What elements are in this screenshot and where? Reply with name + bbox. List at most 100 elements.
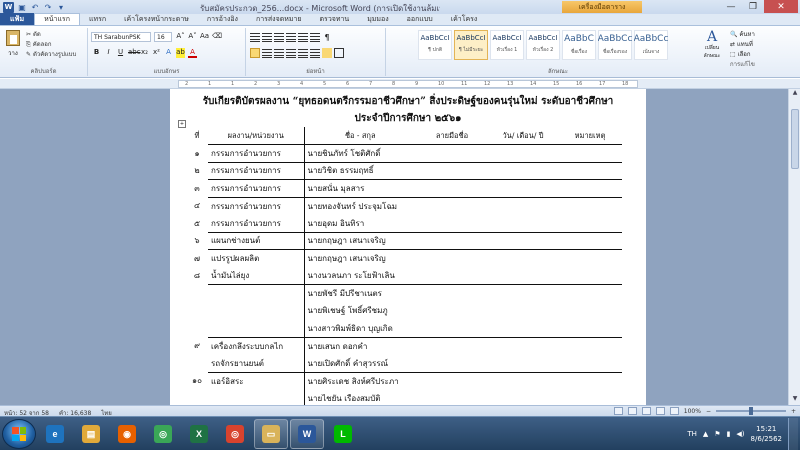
redo-icon[interactable]: ↷ (43, 2, 53, 12)
font-size-select[interactable]: 16 (154, 32, 172, 42)
change-styles-button[interactable]: A เปลี่ยนลักษณะ (700, 30, 724, 64)
align-left-icon[interactable] (250, 48, 260, 58)
cell-name[interactable]: นายชินภัทร์ โชติศักดิ์ (303, 144, 416, 162)
cell-name[interactable]: นายกฤษฎา เสนาเจริญ (303, 249, 416, 267)
cell-signature[interactable] (416, 320, 488, 338)
italic-icon[interactable]: I (104, 48, 113, 58)
tray-expand-icon[interactable]: ▲ (703, 430, 708, 438)
cell-no[interactable]: ๖ (186, 232, 208, 250)
cell-signature[interactable] (416, 267, 488, 285)
cell-no[interactable] (186, 285, 208, 303)
cell-no[interactable]: ๘ (186, 267, 208, 285)
tab-8[interactable]: ออกแบบ (398, 13, 442, 25)
cell-name[interactable]: นายเปิดศักดิ์ คำสุวรรณ์ (303, 354, 416, 372)
grow-font-icon[interactable]: A˄ (176, 32, 185, 40)
taskbar-item[interactable]: e (38, 419, 72, 449)
cell-no[interactable] (186, 302, 208, 320)
paste-button[interactable]: วาง (4, 30, 22, 62)
cell-date[interactable] (488, 249, 558, 267)
align-right-icon[interactable] (274, 48, 284, 58)
taskbar-item[interactable]: ◉ (110, 419, 144, 449)
cell-signature[interactable] (416, 144, 488, 162)
select-button[interactable]: ⬚ เลือก (730, 50, 755, 60)
cell-date[interactable] (488, 231, 558, 250)
cell-dept[interactable]: น้ำมันไล่ยุง (208, 267, 304, 285)
text-effects-icon[interactable]: A (164, 48, 173, 58)
cell-no[interactable]: ๑ (186, 145, 208, 163)
cell-date[interactable] (488, 371, 558, 390)
cell-dept[interactable]: แผนกช่างยนต์ (208, 231, 304, 250)
document-page[interactable]: รับเกียรติบัตรผลงาน “ยุทธอดนตรีกรรมอาชีว… (170, 89, 646, 408)
close-button[interactable]: ✕ (764, 0, 798, 13)
cell-remark[interactable] (558, 231, 622, 250)
cell-dept[interactable] (208, 302, 304, 320)
scroll-thumb[interactable] (791, 109, 799, 169)
cell-name[interactable]: นายอุดม อินทิรา (303, 214, 416, 232)
zoom-in-icon[interactable]: + (791, 408, 796, 415)
cell-date[interactable] (488, 161, 558, 180)
undo-icon[interactable]: ↶ (30, 2, 40, 12)
cell-dept[interactable]: กรรมการอำนวยการ (208, 215, 304, 233)
horizontal-ruler[interactable]: 2 1 1 2 3 4 5 6 7 8 9 10 11 12 13 14 15 16 17 18 (0, 79, 800, 89)
cell-remark[interactable] (558, 267, 622, 285)
tab-6[interactable]: ตรวจทาน (311, 13, 359, 25)
cell-date[interactable] (488, 196, 558, 215)
word-app-icon[interactable]: W (3, 1, 14, 13)
tab-1[interactable]: หน้าแรก (34, 13, 80, 25)
cell-date[interactable] (488, 179, 558, 197)
bullets-icon[interactable] (250, 32, 260, 42)
customize-qat-icon[interactable]: ▾ (56, 2, 66, 12)
font-color-icon[interactable]: A (188, 48, 197, 58)
web-layout-view-icon[interactable] (641, 407, 651, 415)
numbering-icon[interactable] (262, 32, 272, 42)
cell-name[interactable]: นายศิระเดช สิงห์ศรีประภา (303, 371, 416, 390)
replace-button[interactable]: ⇄ แทนที่ (730, 40, 755, 50)
cell-dept[interactable] (208, 320, 304, 338)
clear-format-icon[interactable]: ⌫ (212, 32, 222, 40)
cell-dept[interactable]: รถจักรยานยนต์ (208, 355, 304, 373)
save-icon[interactable]: ▣ (17, 2, 27, 12)
cell-date[interactable] (488, 302, 558, 320)
tab-3[interactable]: เค้าโครงหน้ากระดาษ (115, 13, 198, 25)
cell-date[interactable] (488, 215, 558, 233)
network-icon[interactable]: ▮ (727, 430, 731, 438)
style-item[interactable]: AaBbCc เน้นจาง (634, 30, 668, 60)
show-marks-icon[interactable]: ¶ (322, 32, 332, 42)
maximize-button[interactable]: ❐ (742, 0, 764, 13)
align-center-icon[interactable] (262, 48, 272, 58)
sort-icon[interactable] (310, 32, 320, 42)
tab-5[interactable]: การส่งจดหมาย (247, 13, 311, 25)
cell-remark[interactable] (558, 179, 622, 197)
taskbar-item[interactable]: W (290, 419, 324, 449)
cut-button[interactable]: ✂ ตัด (26, 30, 76, 40)
cell-signature[interactable] (416, 249, 488, 267)
style-item[interactable]: AaBbCc ชื่อเรื่องรอง (598, 30, 632, 60)
line-spacing-icon[interactable] (310, 48, 320, 58)
cell-remark[interactable] (558, 371, 622, 390)
outline-view-icon[interactable] (655, 407, 665, 415)
cell-dept[interactable]: กรรมการอำนวยการ (208, 161, 304, 180)
cell-name[interactable]: นายสนั่น มุลสาร (303, 179, 416, 197)
cell-signature[interactable] (416, 161, 488, 180)
cell-signature[interactable] (416, 371, 488, 390)
multilevel-list-icon[interactable] (274, 32, 284, 42)
change-case-icon[interactable]: Aa (200, 32, 209, 40)
taskbar-item[interactable]: L (326, 419, 360, 449)
cell-no[interactable]: ๕ (186, 215, 208, 233)
cell-dept[interactable]: กรรมการอำนวยการ (208, 196, 304, 215)
cell-signature[interactable] (416, 355, 488, 373)
tab-9[interactable]: เค้าโครง (442, 13, 487, 25)
cell-no[interactable] (186, 320, 208, 338)
cell-dept[interactable]: เครื่องกลึงระบบกลไก (208, 336, 304, 355)
cell-remark[interactable] (558, 320, 622, 338)
tab-2[interactable]: แทรก (80, 13, 115, 25)
cell-date[interactable] (488, 355, 558, 373)
shrink-font-icon[interactable]: A˅ (188, 32, 197, 40)
style-item[interactable]: AaBbC ชื่อเรื่อง (562, 30, 596, 60)
cell-remark[interactable] (558, 196, 622, 215)
justify-icon[interactable] (286, 48, 296, 58)
cell-name[interactable]: นายเสนก ดอกคำ (303, 336, 416, 355)
volume-icon[interactable]: ◀) (736, 430, 744, 438)
clock[interactable]: 15:21 8/6/2562 (751, 424, 782, 444)
cell-dept[interactable]: แอร์อิสระ (208, 371, 304, 390)
